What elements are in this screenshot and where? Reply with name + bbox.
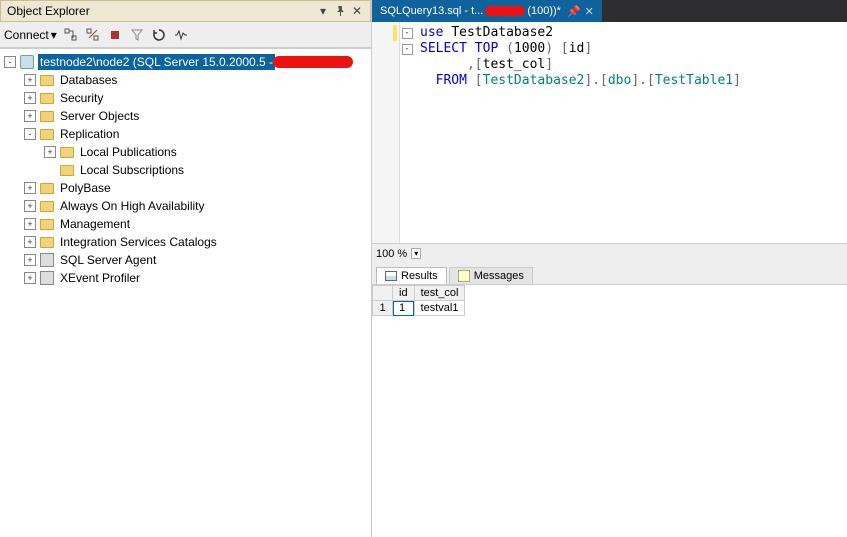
expander-icon[interactable]: + xyxy=(24,254,36,266)
cell[interactable]: testval1 xyxy=(414,301,465,316)
folder-icon xyxy=(40,237,54,248)
pin-icon[interactable]: 📌 xyxy=(567,5,581,18)
tree-node[interactable]: + Integration Services Catalogs xyxy=(0,233,371,251)
tree-node[interactable]: + Databases xyxy=(0,71,371,89)
panel-title: Object Explorer xyxy=(7,4,313,18)
tree-node-label[interactable]: Server Objects xyxy=(58,108,141,124)
expander-icon[interactable]: + xyxy=(24,236,36,248)
editor-tab[interactable]: SQLQuery13.sql - t... (100))* 📌 ✕ xyxy=(372,0,602,22)
folder-icon xyxy=(60,165,74,176)
zoom-value: 100 % xyxy=(376,248,407,260)
editor-gutter xyxy=(372,22,400,243)
expander-icon[interactable]: + xyxy=(24,272,36,284)
refresh-icon[interactable] xyxy=(151,27,167,43)
message-icon xyxy=(458,270,470,282)
connect-button[interactable]: Connect ▾ xyxy=(4,28,57,42)
tree-node[interactable]: Local Subscriptions xyxy=(0,161,371,179)
tree-node-label[interactable]: SQL Server Agent xyxy=(58,252,158,268)
expander-icon[interactable]: - xyxy=(4,56,16,68)
folder-icon xyxy=(40,129,54,140)
disconnect-icon[interactable] xyxy=(85,27,101,43)
results-grid[interactable]: id test_col 1 1 testval1 xyxy=(372,285,847,316)
tree-node-label[interactable]: PolyBase xyxy=(58,180,113,196)
folder-icon xyxy=(40,111,54,122)
expander-icon[interactable]: + xyxy=(24,200,36,212)
table-row[interactable]: 1 1 testval1 xyxy=(373,301,465,316)
tab-label: Messages xyxy=(474,270,524,282)
tab-messages[interactable]: Messages xyxy=(449,267,533,284)
tab-title-prefix: SQLQuery13.sql - t... xyxy=(380,5,483,17)
folder-icon xyxy=(40,183,54,194)
results-tab-bar: Results Messages xyxy=(372,263,847,285)
tree-node-label[interactable]: Local Publications xyxy=(78,144,179,160)
panel-title-bar: Object Explorer ▾ ✕ xyxy=(0,0,371,22)
tree-node[interactable]: - Replication xyxy=(0,125,371,143)
zoom-bar: 100 % ▾ xyxy=(372,243,847,263)
server-icon xyxy=(20,55,34,69)
collapse-icon[interactable]: - xyxy=(402,44,413,55)
outline-gutter: - - xyxy=(400,22,414,243)
folder-icon xyxy=(40,93,54,104)
tree-node[interactable]: + Server Objects xyxy=(0,107,371,125)
tree-node-label[interactable]: Replication xyxy=(58,126,121,142)
folder-icon xyxy=(40,219,54,230)
document-area: SQLQuery13.sql - t... (100))* 📌 ✕ - - us… xyxy=(372,0,847,537)
expander-icon[interactable]: + xyxy=(24,182,36,194)
object-explorer-panel: Object Explorer ▾ ✕ Connect ▾ xyxy=(0,0,372,537)
tree-node-label[interactable]: Integration Services Catalogs xyxy=(58,234,219,250)
tree-view[interactable]: - testnode2\node2 (SQL Server 15.0.2000.… xyxy=(0,48,371,537)
tree-root-server[interactable]: - testnode2\node2 (SQL Server 15.0.2000.… xyxy=(0,53,371,71)
folder-icon xyxy=(60,147,74,158)
row-header[interactable]: 1 xyxy=(373,301,393,316)
expander-icon[interactable]: + xyxy=(24,74,36,86)
tree-node[interactable]: + Always On High Availability xyxy=(0,197,371,215)
code-area[interactable]: use TestDatabase2 SELECT TOP (1000) [id]… xyxy=(414,22,847,243)
tree-node-label[interactable]: XEvent Profiler xyxy=(58,270,142,286)
tab-label: Results xyxy=(401,270,438,282)
expander-icon[interactable]: + xyxy=(24,110,36,122)
expander-icon[interactable]: + xyxy=(24,92,36,104)
tree-node-label[interactable]: Always On High Availability xyxy=(58,198,207,214)
agent-icon xyxy=(40,253,54,267)
tree-node[interactable]: + Security xyxy=(0,89,371,107)
folder-icon xyxy=(40,75,54,86)
corner-cell xyxy=(373,286,393,301)
tree-node[interactable]: + PolyBase xyxy=(0,179,371,197)
filter-icon[interactable] xyxy=(129,27,145,43)
zoom-dropdown-icon[interactable]: ▾ xyxy=(411,248,421,259)
grid-icon xyxy=(385,271,397,281)
column-header[interactable]: id xyxy=(393,286,415,301)
tree-node[interactable]: + XEvent Profiler xyxy=(0,269,371,287)
collapse-icon[interactable]: - xyxy=(402,28,413,39)
tree-node[interactable]: + Local Publications xyxy=(0,143,371,161)
tree-node-label[interactable]: Local Subscriptions xyxy=(78,162,186,178)
tree-node[interactable]: + SQL Server Agent xyxy=(0,251,371,269)
tree-node-label[interactable]: testnode2\node2 (SQL Server 15.0.2000.5 … xyxy=(38,54,275,70)
tree-node-label[interactable]: Security xyxy=(58,90,105,106)
editor-tab-bar: SQLQuery13.sql - t... (100))* 📌 ✕ xyxy=(372,0,847,22)
cell[interactable]: 1 xyxy=(393,301,415,316)
expander-icon[interactable]: + xyxy=(44,146,56,158)
tree-node-label[interactable]: Databases xyxy=(58,72,119,88)
stop-icon[interactable] xyxy=(107,27,123,43)
activity-icon[interactable] xyxy=(173,27,189,43)
dropdown-icon[interactable]: ▾ xyxy=(316,4,330,18)
agent-icon xyxy=(40,271,54,285)
redaction xyxy=(273,56,353,68)
folder-icon xyxy=(40,201,54,212)
explorer-toolbar: Connect ▾ xyxy=(0,22,371,48)
close-icon[interactable]: ✕ xyxy=(585,5,594,18)
tree-node[interactable]: + Management xyxy=(0,215,371,233)
sql-editor[interactable]: - - use TestDatabase2 SELECT TOP (1000) … xyxy=(372,22,847,243)
close-icon[interactable]: ✕ xyxy=(350,4,364,18)
pin-icon[interactable] xyxy=(333,4,347,18)
tree-node-label[interactable]: Management xyxy=(58,216,132,232)
tab-results[interactable]: Results xyxy=(376,267,447,284)
tab-title-suffix: (100))* xyxy=(527,5,561,17)
redaction xyxy=(485,6,525,16)
expander-icon[interactable]: + xyxy=(24,218,36,230)
connect-object-icon[interactable] xyxy=(63,27,79,43)
column-header[interactable]: test_col xyxy=(414,286,465,301)
expander-icon[interactable]: - xyxy=(24,128,36,140)
